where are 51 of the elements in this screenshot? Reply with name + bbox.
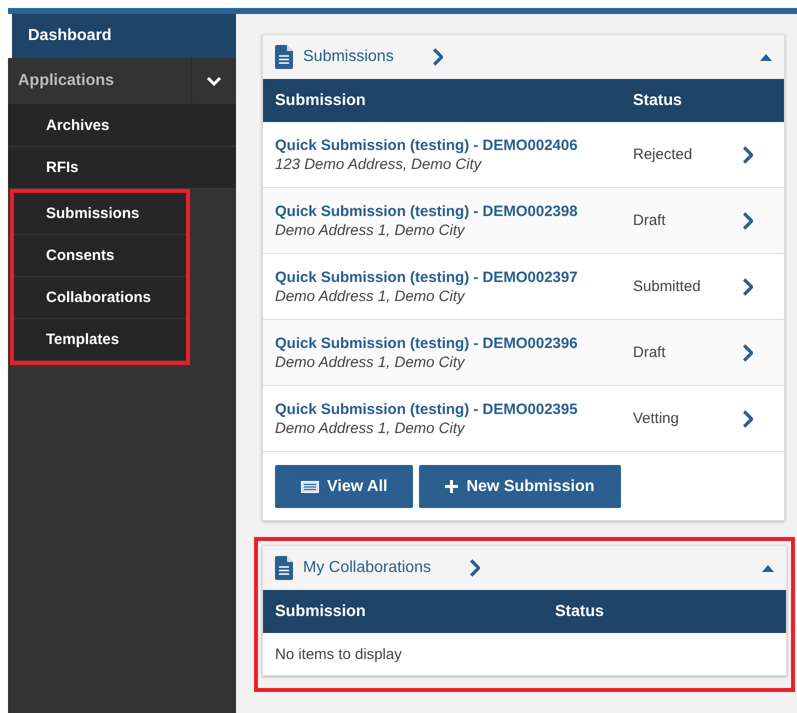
column-header: Status — [633, 92, 683, 110]
sidebar-item[interactable]: Dashboard — [8, 14, 236, 58]
submission-address: Demo Address 1, Demo City — [275, 420, 466, 436]
submission-row[interactable]: Quick Submission (testing) - DEMO002395 Demo Address 1, Demo City Vetting — [263, 386, 784, 452]
submission-title[interactable]: Quick Submission (testing) - DEMO002395 — [275, 400, 633, 418]
plus-icon — [445, 480, 458, 493]
status-text: Draft — [633, 344, 667, 361]
chevron-right-icon[interactable] — [742, 212, 753, 230]
sidebar-group[interactable]: Applications — [8, 58, 191, 104]
submission-title[interactable]: Quick Submission (testing) - DEMO002397 — [275, 268, 633, 286]
chevron-right-icon[interactable] — [742, 146, 753, 164]
collapse-caret-icon[interactable] — [760, 54, 772, 60]
panel-title[interactable]: My Collaborations — [303, 559, 432, 577]
view-all-button[interactable]: View All — [275, 465, 414, 508]
submission-title[interactable]: Quick Submission (testing) - DEMO002396 — [275, 334, 633, 352]
new-submission-button[interactable]: New Submission — [419, 465, 620, 508]
status-text: Draft — [633, 212, 667, 229]
submission-address: Demo Address 1, Demo City — [275, 222, 466, 238]
column-header: Submission — [275, 92, 367, 110]
empty-message: No items to display — [274, 645, 403, 665]
chevron-icon — [206, 76, 222, 86]
chevron-right-icon[interactable] — [432, 48, 442, 66]
sidebar-item[interactable]: Templates — [14, 319, 186, 361]
sidebar-item[interactable]: Consents — [14, 235, 186, 277]
column-header: Status — [555, 602, 605, 620]
submission-address: 123 Demo Address, Demo City — [275, 156, 483, 172]
sidebar-item[interactable]: Submissions — [14, 193, 186, 235]
document-icon — [275, 45, 293, 69]
submission-row[interactable]: Quick Submission (testing) - DEMO002398 Demo Address 1, Demo City Draft — [263, 188, 784, 254]
chevron-right-icon[interactable] — [742, 410, 753, 428]
submission-row[interactable]: Quick Submission (testing) - DEMO002396 Demo Address 1, Demo City Draft — [263, 320, 784, 386]
sidebar-item[interactable]: Collaborations — [14, 277, 186, 319]
submission-address: Demo Address 1, Demo City — [275, 288, 466, 304]
status-text: Vetting — [633, 410, 680, 427]
submission-row[interactable]: Quick Submission (testing) - DEMO002397 Demo Address 1, Demo City Submitted — [263, 254, 784, 320]
column-header: Submission — [275, 602, 367, 620]
status-text: Rejected — [633, 146, 694, 163]
chevron-right-icon[interactable] — [469, 559, 480, 577]
submission-title[interactable]: Quick Submission (testing) - DEMO002398 — [275, 202, 633, 220]
chevron-right-icon[interactable] — [742, 278, 753, 296]
submission-address: Demo Address 1, Demo City — [275, 354, 466, 370]
sidebar-item[interactable]: Archives — [8, 105, 236, 147]
chevron-right-icon[interactable] — [742, 344, 753, 362]
collapse-caret-icon[interactable] — [762, 564, 774, 572]
sidebar-item[interactable]: RFIs — [8, 147, 236, 189]
document-icon — [275, 556, 293, 580]
submission-row[interactable]: Quick Submission (testing) - DEMO002406 123 Demo Address, Demo City Rejected — [263, 122, 784, 188]
submission-title[interactable]: Quick Submission (testing) - DEMO002406 — [275, 136, 633, 154]
status-text: Submitted — [633, 278, 702, 295]
panel-title[interactable]: Submissions — [303, 48, 394, 66]
list-icon — [301, 480, 319, 492]
